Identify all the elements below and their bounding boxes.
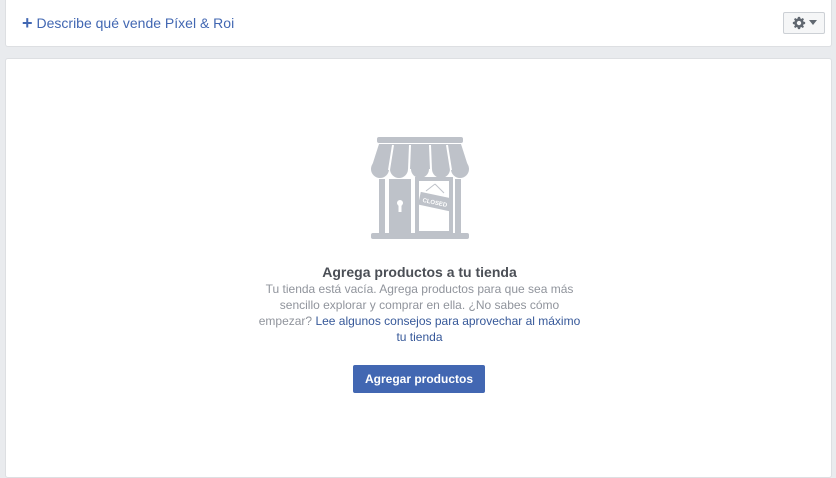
settings-button[interactable] xyxy=(783,12,825,34)
store-content-card: CLOSED Agrega productos a tu tienda Tu t… xyxy=(5,58,832,478)
plus-icon: + xyxy=(22,13,33,33)
describe-store-label: Describe qué vende Píxel & Roi xyxy=(36,15,235,31)
store-header-card: + Describe qué vende Píxel & Roi xyxy=(5,0,832,47)
gear-icon xyxy=(792,16,805,30)
empty-state-title: Agrega productos a tu tienda xyxy=(322,264,517,280)
describe-store-link[interactable]: + Describe qué vende Píxel & Roi xyxy=(22,13,235,33)
store-tips-link[interactable]: Lee algunos consejos para aprovechar al … xyxy=(315,314,580,344)
closed-store-icon: CLOSED xyxy=(371,137,469,239)
add-products-button[interactable]: Agregar productos xyxy=(353,365,485,393)
caret-down-icon xyxy=(808,20,817,25)
empty-state-description: Tu tienda está vacía. Agrega productos p… xyxy=(256,281,583,345)
